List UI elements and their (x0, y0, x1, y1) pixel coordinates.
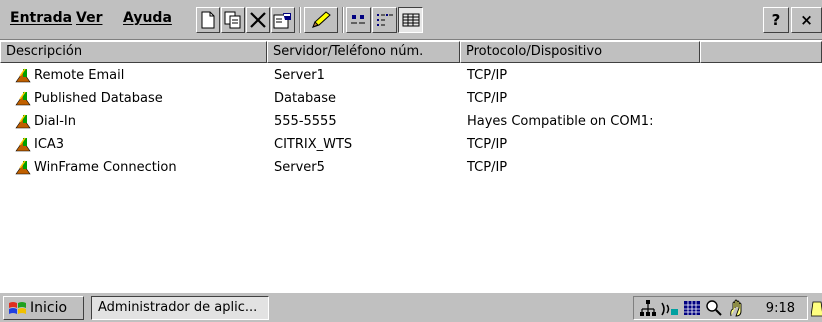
column-header-server[interactable]: Servidor/Teléfono núm. (267, 41, 460, 63)
start-button[interactable]: Inicio (3, 296, 84, 320)
column-header-protocol[interactable]: Protocolo/Dispositivo (460, 41, 700, 63)
toolbar-separator (342, 7, 344, 33)
toolbar-separator (299, 7, 301, 33)
computer-connection-icon (15, 137, 31, 152)
entry-server: CITRIX_WTS (274, 137, 353, 152)
copy-icon (224, 11, 241, 29)
entry-description: Published Database (34, 91, 163, 106)
computer-connection-icon (15, 160, 31, 175)
help-button[interactable]: ? (763, 7, 789, 33)
network-icon[interactable] (639, 299, 657, 317)
command-bar: Entrada Ver Ayuda ? × (0, 0, 822, 40)
list-view-icon (376, 14, 393, 26)
properties-button[interactable] (271, 7, 295, 33)
clock[interactable]: 9:18 (766, 298, 795, 320)
list-item[interactable]: WinFrame Connection Server5 TCP/IP (0, 157, 822, 178)
column-header-description[interactable]: Descripción (0, 41, 267, 63)
entry-protocol: TCP/IP (467, 91, 508, 106)
entry-description: ICA3 (34, 137, 65, 152)
details-view-button[interactable] (398, 7, 423, 33)
entry-description: Remote Email (34, 68, 125, 83)
properties-icon (273, 13, 291, 29)
new-button[interactable] (196, 7, 220, 33)
entry-server: Database (274, 91, 337, 106)
large-icons-view-icon (350, 15, 365, 24)
delete-x-icon (250, 12, 266, 28)
connection-status-icon[interactable] (660, 299, 680, 317)
entry-protocol: TCP/IP (467, 68, 508, 83)
show-desktop-button[interactable] (810, 296, 822, 320)
computer-connection-icon (15, 91, 31, 106)
entry-protocol: TCP/IP (467, 137, 508, 152)
windows-logo-icon (9, 302, 26, 314)
keyboard-grid-icon[interactable] (683, 300, 701, 316)
menu-ver[interactable]: Ver (76, 10, 102, 26)
entry-description: WinFrame Connection (34, 160, 177, 175)
entry-server: Server1 (274, 68, 325, 83)
column-header-empty (700, 41, 822, 63)
taskbar: Inicio Administrador de aplic... 9:18 (0, 292, 822, 322)
zoom-magnifier-icon[interactable] (705, 299, 723, 317)
details-view-icon (402, 13, 419, 27)
computer-connection-icon (15, 114, 31, 129)
list-header: Descripción Servidor/Teléfono núm. Proto… (0, 41, 822, 63)
entry-protocol: TCP/IP (467, 160, 508, 175)
pencil-icon (312, 11, 331, 28)
large-icons-view-button[interactable] (346, 7, 371, 33)
list-item[interactable]: Published Database Database TCP/IP (0, 88, 822, 109)
entry-server: 555-5555 (274, 114, 337, 129)
entry-protocol: Hayes Compatible on COM1: (467, 114, 654, 129)
close-button[interactable]: × (791, 7, 822, 33)
list-view-button[interactable] (372, 7, 397, 33)
copy-button[interactable] (221, 7, 245, 33)
list-item[interactable]: Remote Email Server1 TCP/IP (0, 65, 822, 86)
computer-connection-icon (15, 68, 31, 83)
delete-button[interactable] (246, 7, 270, 33)
task-button-app-manager[interactable]: Administrador de aplic... (91, 296, 269, 320)
entry-server: Server5 (274, 160, 325, 175)
menu-entrada[interactable]: Entrada (10, 10, 72, 26)
new-document-icon (201, 11, 215, 29)
start-label: Inicio (30, 300, 68, 316)
entry-description: Dial-In (34, 114, 76, 129)
system-tray: 9:18 (633, 296, 808, 320)
desktop-icon (810, 301, 822, 317)
list-item[interactable]: Dial-In 555-5555 Hayes Compatible on COM… (0, 111, 822, 132)
edit-button[interactable] (304, 7, 338, 33)
menu-ayuda[interactable]: Ayuda (123, 10, 172, 26)
hand-stylus-icon[interactable] (727, 298, 747, 318)
list-item[interactable]: ICA3 CITRIX_WTS TCP/IP (0, 134, 822, 155)
